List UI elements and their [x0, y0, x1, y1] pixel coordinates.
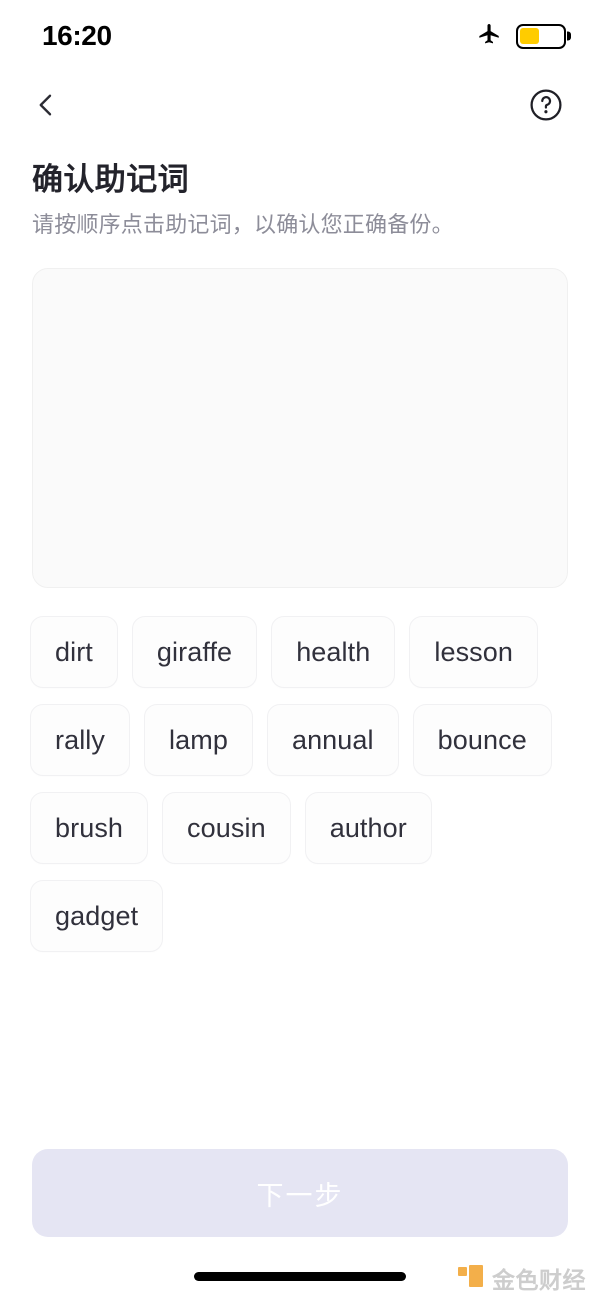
watermark: 金色财经 — [458, 1261, 586, 1295]
home-indicator[interactable] — [194, 1271, 406, 1281]
watermark-label: 金色财经 — [492, 1267, 586, 1293]
word-chip[interactable]: gadget — [30, 880, 164, 953]
next-step-button[interactable]: 下一步 — [32, 1149, 568, 1237]
help-button[interactable] — [520, 81, 572, 133]
word-chip[interactable]: author — [304, 792, 432, 865]
word-chip[interactable]: brush — [30, 792, 149, 865]
page-title: 确认助记词 — [32, 162, 189, 197]
chevron-left-icon — [31, 90, 61, 125]
selected-words-area[interactable] — [32, 268, 568, 589]
word-chip[interactable]: lamp — [144, 704, 253, 777]
word-chip[interactable]: health — [271, 616, 396, 689]
status-bar-indicators — [476, 21, 566, 52]
bottom-zone: 金色财经 — [0, 1253, 600, 1299]
app-screen: 16:20 确认助记词 请按顺序点击助记词，以确认您正确备份。 dirt gir… — [0, 0, 600, 1299]
word-chip[interactable]: bounce — [412, 704, 552, 777]
word-chip[interactable]: giraffe — [131, 616, 258, 689]
page-heading: 确认助记词 请按顺序点击助记词，以确认您正确备份。 — [0, 142, 600, 240]
word-chip[interactable]: annual — [266, 704, 399, 777]
word-chip[interactable]: dirt — [30, 616, 118, 689]
question-circle-icon — [528, 87, 564, 128]
battery-icon — [516, 23, 566, 49]
page-subtitle: 请按顺序点击助记词，以确认您正确备份。 — [32, 211, 454, 237]
status-bar: 16:20 — [0, 0, 600, 72]
word-chip[interactable]: rally — [30, 704, 131, 777]
status-bar-time: 16:20 — [42, 20, 112, 51]
footer-actions: 下一步 — [0, 1149, 600, 1237]
jinse-logo-icon — [458, 1265, 484, 1291]
airplane-mode-icon — [476, 21, 502, 52]
layout-spacer — [0, 952, 600, 1149]
back-button[interactable] — [20, 81, 72, 133]
navigation-bar — [0, 72, 600, 142]
word-chip[interactable]: cousin — [162, 792, 291, 865]
battery-fill — [520, 27, 539, 45]
word-chip[interactable]: lesson — [409, 616, 539, 689]
word-bank: dirt giraffe health lesson rally lamp annual bo… — [30, 616, 570, 953]
